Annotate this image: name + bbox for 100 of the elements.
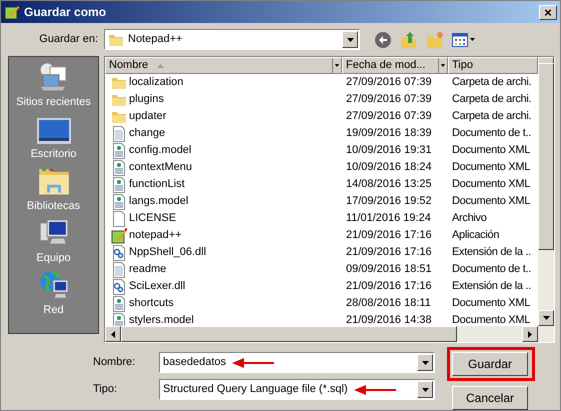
field-label: Tipo: (92, 382, 118, 398)
sidebar-item[interactable]: Sitios recientes (9, 61, 98, 110)
type-cell-text: Documento XML (451, 160, 532, 176)
left-arrow-icon (111, 330, 115, 338)
file-name: functionList (129, 177, 185, 192)
file-name: plugins (129, 92, 164, 108)
notepad-pencil-icon (111, 228, 127, 244)
file-row[interactable]: change 19/09/2016 18:39 Documento de t.. (105, 125, 538, 142)
caret-icon (346, 38, 354, 42)
xml-file-icon (111, 160, 127, 176)
column-header[interactable]: Tipo (448, 57, 538, 74)
notepad-pencil-icon (4, 4, 20, 20)
date-cell-text: 28/08/2016 18:11 (345, 296, 432, 312)
file-row[interactable]: notepad++ 21/09/2016 17:16 Aplicación (105, 227, 538, 244)
date-cell-text: 21/09/2016 14:38 (345, 313, 433, 326)
type-cell-text: Archivo (451, 211, 488, 226)
sidebar-item[interactable]: Equipo (9, 217, 98, 266)
date-cell-text: 27/09/2016 07:39 (345, 92, 433, 108)
gear-file-icon (111, 244, 127, 260)
file-name: SciLexer.dll (129, 279, 186, 294)
file-row[interactable]: shortcuts 28/08/2016 18:11 Documento XML (105, 295, 538, 312)
type-cell-text: Carpeta de archi. (451, 109, 532, 124)
type-cell-text: Aplicación (451, 228, 500, 244)
file-name: stylers.model (129, 313, 194, 326)
view-menu-button[interactable] (452, 32, 475, 46)
type-cell-text: Documento XML (451, 296, 532, 312)
file-row[interactable]: updater 27/09/2016 07:39 Carpeta de archi. (105, 108, 538, 125)
caret-icon (422, 388, 428, 392)
file-icon (111, 210, 127, 226)
type-cell-text: Carpeta de archi. (451, 75, 532, 90)
file-row[interactable]: plugins 27/09/2016 07:39 Carpeta de archi. (105, 91, 538, 108)
date-cell-text: 11/01/2016 19:24 (345, 211, 432, 226)
sidebar-item[interactable]: Escritorio (9, 113, 98, 162)
date-cell-text: 19/09/2016 18:39 (345, 126, 433, 142)
cancel-button[interactable]: Cancelar (452, 386, 528, 410)
file-row[interactable]: langs.model 17/09/2016 19:52 Documento XML (105, 193, 538, 210)
type-cell-text: Extensión de la .. (451, 279, 532, 294)
date-cell-text: 14/08/2016 13:25 (345, 177, 433, 192)
column-header[interactable]: Nombre (105, 57, 342, 74)
xml-file-icon (111, 142, 127, 158)
file-row[interactable]: NppShell_06.dll 21/09/2016 17:16 Extensión de la .. (105, 244, 538, 261)
location-label: Guardar en: (38, 32, 99, 48)
date-cell-text: 21/09/2016 17:16 (345, 228, 433, 244)
location-value: Notepad++ (128, 32, 184, 48)
date-cell-text: 21/09/2016 17:16 (345, 279, 433, 294)
type-cell-text: Documento XML (451, 143, 532, 158)
dropdown-button[interactable] (342, 31, 358, 48)
type-cell-text: Documento de t.. (451, 262, 532, 278)
filename-field[interactable]: basededatos (159, 352, 435, 373)
file-row[interactable]: readme 09/09/2016 18:51 Documento de t.. (105, 261, 538, 278)
date-cell-text: 27/09/2016 07:39 (345, 75, 433, 90)
file-name: langs.model (129, 194, 188, 210)
field-label: Nombre: (92, 355, 136, 370)
file-row[interactable]: SciLexer.dll 21/09/2016 17:16 Extensión de la .. (105, 278, 538, 295)
file-row[interactable]: functionList 14/08/2016 13:25 Documento XML (105, 176, 538, 193)
type-cell-text: Documento de t.. (451, 126, 532, 142)
caret-icon (422, 360, 428, 364)
arrow-annotation (232, 358, 274, 368)
network-icon (38, 269, 70, 300)
file-name: localization (129, 75, 184, 90)
recent-places-icon (38, 61, 70, 92)
window-title: Guardar como (24, 4, 106, 21)
date-cell-text: 09/09/2016 18:51 (345, 262, 433, 278)
text-file-icon (111, 126, 127, 142)
file-name: NppShell_06.dll (129, 245, 206, 260)
right-arrow-icon (528, 330, 532, 338)
sidebar-item[interactable]: Red (9, 269, 98, 318)
text-file-icon (111, 262, 127, 278)
date-cell-text: 10/09/2016 18:24 (345, 160, 433, 176)
file-name: LICENSE (129, 211, 176, 226)
file-name: updater (129, 109, 166, 124)
date-cell-text: 10/09/2016 19:31 (345, 143, 433, 158)
gear-file-icon (111, 278, 127, 294)
sidebar-item[interactable]: Bibliotecas (9, 165, 98, 214)
grid-view-icon (452, 32, 468, 46)
xml-file-icon (111, 312, 127, 326)
file-name: change (129, 126, 166, 142)
desktop-icon (36, 116, 72, 144)
save-button[interactable]: Guardar (452, 352, 528, 376)
close-button[interactable]: × (539, 4, 557, 20)
type-cell-text: Documento XML (451, 177, 532, 192)
file-row[interactable]: config.model 10/09/2016 19:31 Documento XML (105, 142, 538, 159)
date-cell-text: 27/09/2016 07:39 (345, 109, 433, 124)
location-dropdown[interactable]: Notepad++ (104, 29, 360, 50)
dropdown-button[interactable] (417, 354, 433, 371)
type-cell-text: Documento XML (451, 313, 532, 326)
dropdown-button[interactable] (417, 381, 433, 398)
file-name: config.model (129, 143, 192, 158)
down-arrow-icon (542, 316, 550, 320)
file-row[interactable]: localization 27/09/2016 07:39 Carpeta de archi. (105, 74, 538, 91)
caret-icon[interactable] (332, 58, 341, 73)
file-name: shortcuts (129, 296, 174, 312)
type-cell-text: Extensión de la .. (451, 245, 532, 260)
vertical-scrollbar[interactable] (538, 57, 554, 326)
column-header[interactable]: Fecha de mod... (342, 57, 448, 74)
file-row[interactable]: LICENSE 11/01/2016 19:24 Archivo (105, 210, 538, 227)
back-icon[interactable] (374, 30, 392, 48)
file-row[interactable]: contextMenu 10/09/2016 18:24 Documento XML (105, 159, 538, 176)
caret-icon[interactable] (438, 58, 447, 73)
filetype-dropdown[interactable]: Structured Query Language file (*.sql) (159, 379, 435, 400)
